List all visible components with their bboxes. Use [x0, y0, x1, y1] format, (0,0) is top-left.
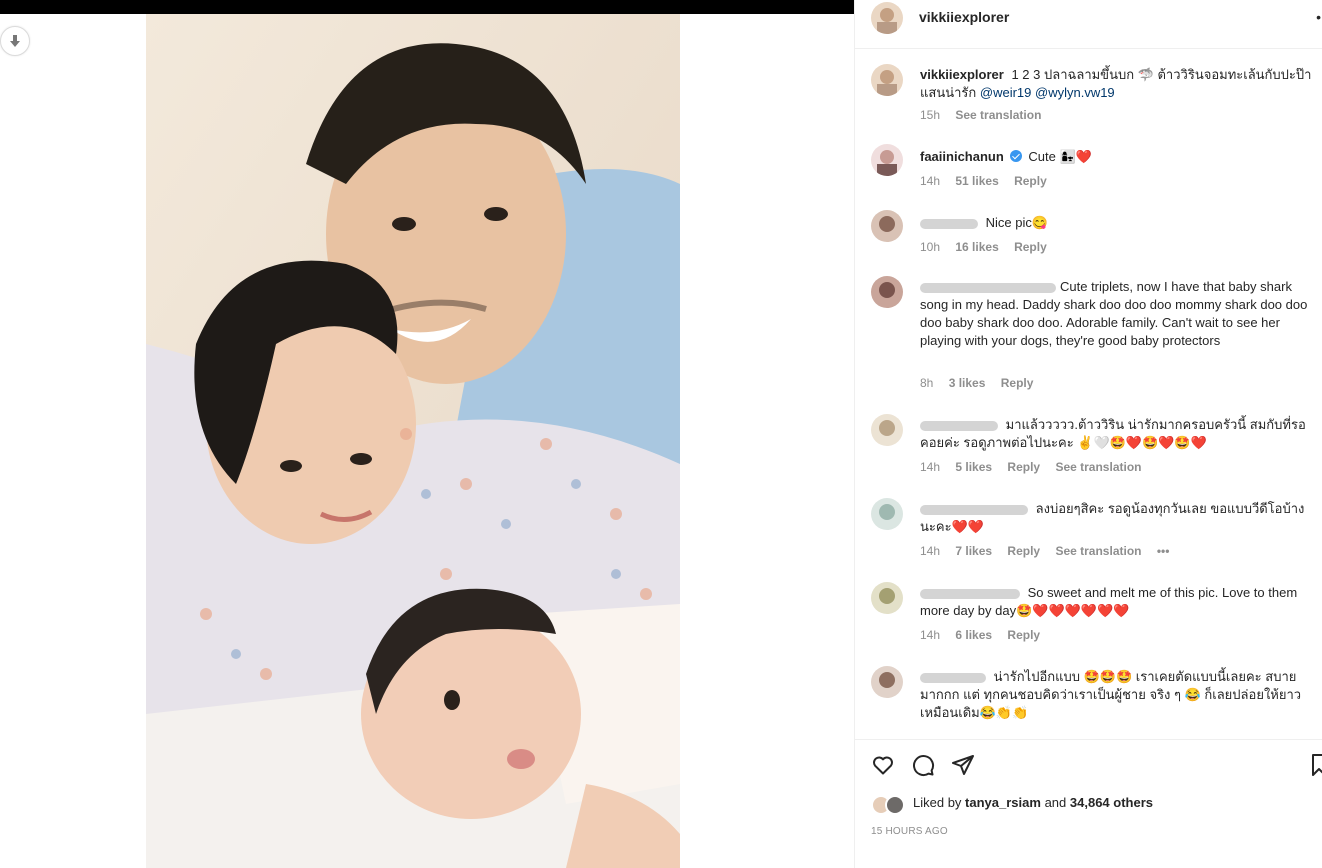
comment-time[interactable]: 8h: [920, 376, 933, 390]
liker-avatar[interactable]: [885, 795, 905, 815]
comment-likes[interactable]: 16 likes: [955, 240, 998, 254]
comment-text-block: So sweet and melt me of this pic. Love t…: [920, 584, 1315, 620]
liked-by-user[interactable]: tanya_rsiam: [965, 795, 1041, 810]
comment-meta: 10h 16 likes Reply: [920, 240, 1059, 254]
caption-time[interactable]: 15h: [920, 108, 940, 122]
commenter-avatar[interactable]: [871, 210, 903, 242]
author-avatar[interactable]: [871, 64, 903, 96]
post-side-panel: vikkiiexplorer • vikkiiexplorer 1 2 3 ปล…: [854, 0, 1322, 868]
liked-by-others[interactable]: 34,864 others: [1070, 795, 1153, 810]
save-icon[interactable]: [1311, 753, 1322, 777]
comment-text-block: Cute triplets, now I have that baby shar…: [920, 278, 1315, 350]
comment-meta: 14h 6 likes Reply: [920, 628, 1052, 642]
author-username[interactable]: vikkiiexplorer: [919, 9, 1009, 25]
comment-icon[interactable]: [911, 753, 935, 777]
comment-text-block: ลงบ่อยๆสิคะ รอดูน้องทุกวันเลย ขอแบบวีดีโ…: [920, 500, 1315, 536]
share-icon[interactable]: [951, 753, 975, 777]
comment-time[interactable]: 14h: [920, 628, 940, 642]
commenter-avatar[interactable]: [871, 498, 903, 530]
more-options-icon[interactable]: •: [1316, 9, 1321, 25]
commenter-avatar[interactable]: [871, 666, 903, 698]
blurred-username[interactable]: [920, 588, 1020, 599]
comment-text-block: น่ารักไปอีกแบบ 🤩🤩🤩 เราเคยตัดแบบนี้เลยคะ …: [920, 668, 1315, 722]
actions-divider: [855, 739, 1322, 740]
action-bar: [855, 748, 1322, 784]
liked-by-prefix: Liked by: [913, 795, 962, 810]
post-header: vikkiiexplorer •: [855, 0, 1322, 34]
blurred-username[interactable]: [920, 218, 978, 229]
mention-link[interactable]: @weir19: [980, 85, 1032, 100]
browser-top-bar: [0, 0, 854, 14]
comment-meta: 14h 51 likes Reply: [920, 174, 1059, 188]
download-icon: [10, 35, 20, 47]
see-translation-button[interactable]: See translation: [1055, 544, 1141, 558]
caption-text-block: vikkiiexplorer 1 2 3 ปลาฉลามขึ้นบก 🦈 ต้า…: [920, 66, 1315, 102]
caption-meta: 15h See translation: [920, 108, 1053, 122]
reply-button[interactable]: Reply: [1014, 240, 1047, 254]
blurred-username[interactable]: [920, 420, 998, 431]
comment-meta: 14h 5 likes Reply See translation: [920, 460, 1153, 474]
reply-button[interactable]: Reply: [1007, 628, 1040, 642]
blurred-username[interactable]: [920, 504, 1028, 515]
comment-time[interactable]: 14h: [920, 544, 940, 558]
likes-summary: Liked by tanya_rsiam and 34,864 others: [913, 795, 1153, 810]
author-avatar[interactable]: [871, 2, 903, 34]
commenter-avatar[interactable]: [871, 414, 903, 446]
comment-likes[interactable]: 51 likes: [955, 174, 998, 188]
comment-text: Cute 👩‍👧❤️: [1028, 149, 1092, 164]
reply-button[interactable]: Reply: [1007, 544, 1040, 558]
commenter-avatar[interactable]: [871, 144, 903, 176]
comment-meta: 8h 3 likes Reply: [920, 376, 1045, 390]
comment-username[interactable]: faaiinichanun: [920, 149, 1004, 164]
comment-likes[interactable]: 6 likes: [955, 628, 992, 642]
reply-button[interactable]: Reply: [1001, 376, 1034, 390]
see-translation-button[interactable]: See translation: [955, 108, 1041, 122]
header-divider: [855, 48, 1322, 49]
comment-time[interactable]: 14h: [920, 460, 940, 474]
reply-button[interactable]: Reply: [1014, 174, 1047, 188]
comment-likes[interactable]: 5 likes: [955, 460, 992, 474]
download-button[interactable]: [0, 26, 30, 56]
verified-icon: [1009, 150, 1022, 162]
commenter-avatar[interactable]: [871, 582, 903, 614]
reply-button[interactable]: Reply: [1007, 460, 1040, 474]
comment-meta: 14h 7 likes Reply See translation •••: [920, 544, 1181, 558]
comments-list: vikkiiexplorer 1 2 3 ปลาฉลามขึ้นบก 🦈 ต้า…: [855, 50, 1322, 738]
comment-time[interactable]: 14h: [920, 174, 940, 188]
comment-likes[interactable]: 3 likes: [949, 376, 986, 390]
comment-time[interactable]: 10h: [920, 240, 940, 254]
comment-text-block: มาแล้ววววว.ต้าววิริน น่ารักมากครอบครัวนี…: [920, 416, 1315, 452]
mention-link[interactable]: @wylyn.vw19: [1035, 85, 1115, 100]
comment-more-icon[interactable]: •••: [1157, 544, 1170, 558]
post-photo[interactable]: [146, 14, 680, 868]
liked-by-and: and: [1044, 795, 1067, 810]
caption-username[interactable]: vikkiiexplorer: [920, 67, 1004, 82]
blurred-username[interactable]: [920, 672, 986, 683]
comment-text: Nice pic😋: [985, 215, 1049, 230]
comment-text-block: faaiinichanun Cute 👩‍👧❤️: [920, 148, 1315, 166]
comment-text-block: Nice pic😋: [920, 214, 1315, 232]
comment-likes[interactable]: 7 likes: [955, 544, 992, 558]
post-time-ago[interactable]: 15 HOURS AGO: [871, 826, 948, 837]
commenter-avatar[interactable]: [871, 276, 903, 308]
blurred-username[interactable]: [920, 282, 1056, 293]
see-translation-button[interactable]: See translation: [1055, 460, 1141, 474]
heart-icon[interactable]: [871, 753, 895, 777]
